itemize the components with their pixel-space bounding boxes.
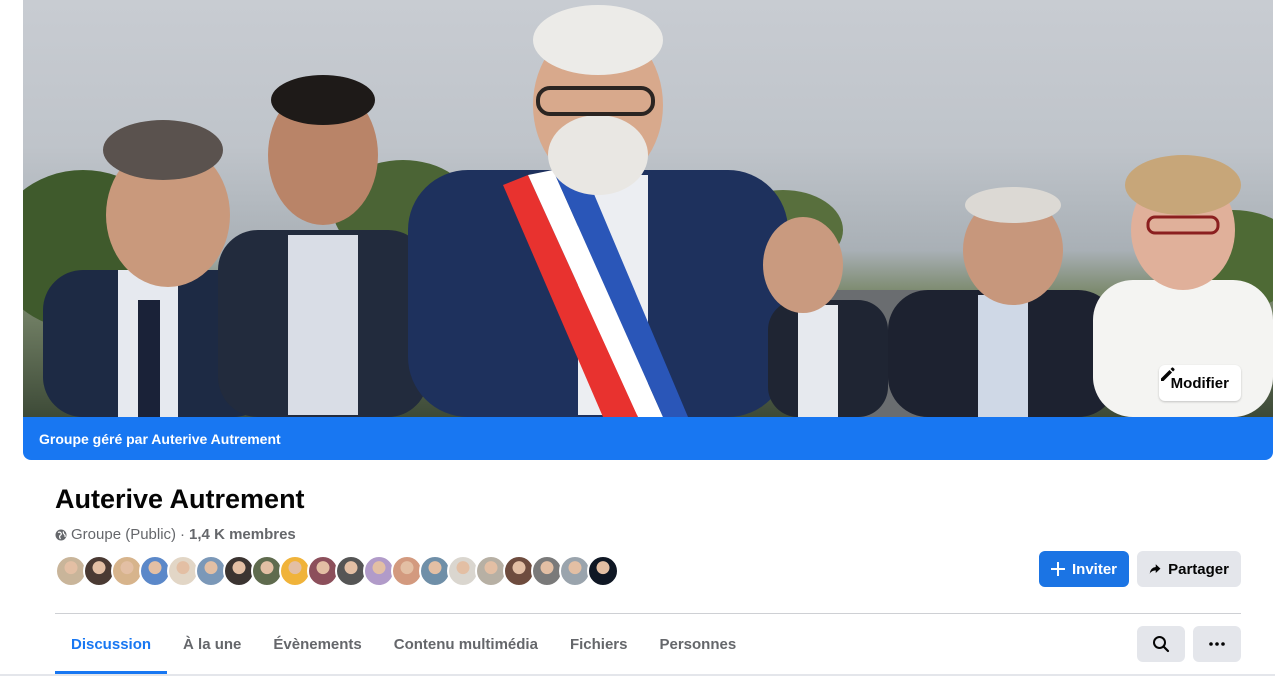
cover-photo: Modifier [23, 0, 1273, 417]
edit-cover-button[interactable]: Modifier [1158, 365, 1241, 401]
tab-0[interactable]: Discussion [55, 614, 168, 674]
group-tabs: Discussion À la une Évènements Contenu mult… [55, 614, 752, 674]
member-avatar[interactable] [587, 555, 619, 587]
plus-icon [1051, 562, 1065, 576]
group-privacy[interactable]: Groupe (Public) [71, 526, 176, 543]
edit-cover-label: Modifier [1170, 374, 1229, 392]
member-count[interactable]: 1,4 K membres [189, 526, 296, 543]
managed-by-text: Groupe géré par Auterive Autrement [39, 430, 281, 447]
tab-4[interactable]: Fichiers [554, 614, 644, 674]
group-name[interactable]: Auterive Autrement [55, 484, 305, 515]
tab-3[interactable]: Contenu multimédia [378, 614, 554, 674]
share-button[interactable]: Partager [1137, 551, 1241, 587]
search-icon [1153, 636, 1170, 653]
share-label: Partager [1168, 560, 1229, 578]
more-options-button[interactable] [1193, 626, 1241, 662]
invite-button[interactable]: Inviter [1039, 551, 1129, 587]
managed-by-banner[interactable]: Groupe géré par Auterive Autrement [23, 417, 1273, 460]
tab-1[interactable]: À la une [167, 614, 257, 674]
globe-icon [55, 529, 67, 540]
group-meta: Groupe (Public) · 1,4 K membres [55, 526, 296, 543]
pencil-icon [1160, 367, 1175, 381]
cover-photo-illustration [23, 5, 1273, 417]
share-arrow-icon [1149, 564, 1161, 574]
tab-5[interactable]: Personnes [643, 614, 752, 674]
tab-2[interactable]: Évènements [257, 614, 377, 674]
more-dots-icon [1209, 642, 1225, 646]
member-avatars [55, 555, 619, 587]
search-button[interactable] [1137, 626, 1185, 662]
invite-label: Inviter [1071, 560, 1117, 578]
meta-separator: · [180, 526, 186, 543]
